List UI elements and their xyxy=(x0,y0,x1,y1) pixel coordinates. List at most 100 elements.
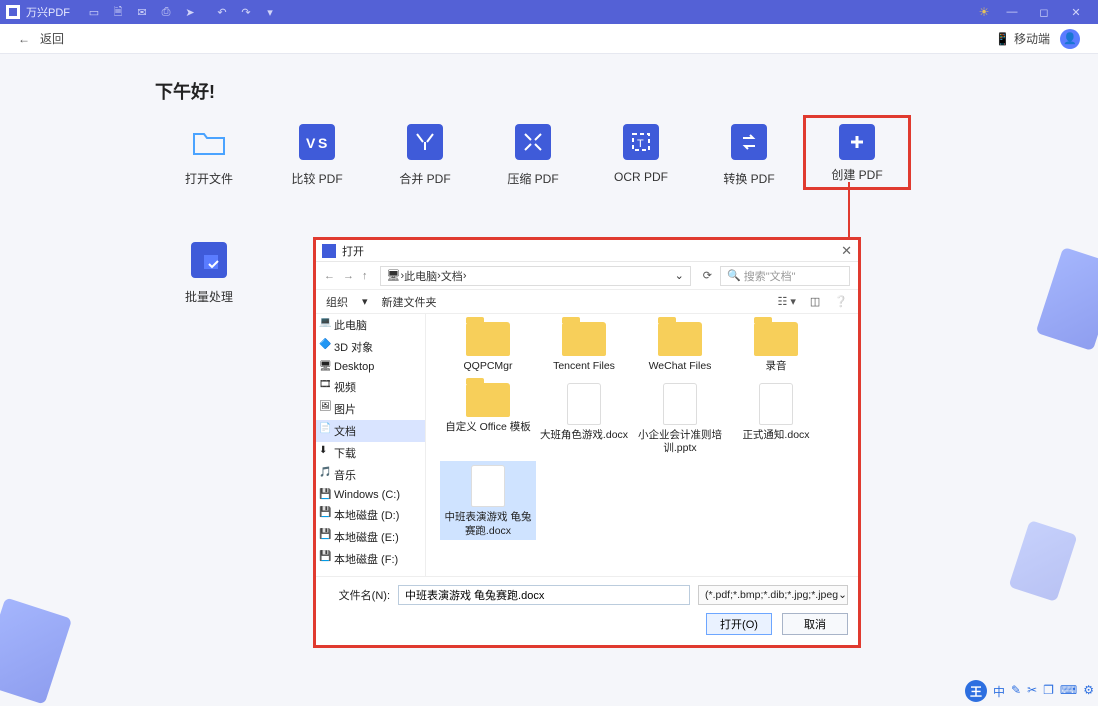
crumb-0[interactable]: 此电脑 xyxy=(404,268,437,284)
file-name: 中班表演游戏 龟兔赛跑.docx xyxy=(442,511,534,537)
tree-node[interactable]: 🎞视频 xyxy=(316,376,425,398)
nav-back-icon[interactable]: ← xyxy=(324,270,335,282)
more-icon[interactable]: ▾ xyxy=(260,2,280,22)
share-icon[interactable]: ➤ xyxy=(180,2,200,22)
tray-icon[interactable]: ⌨ xyxy=(1060,683,1077,700)
nav-up-icon[interactable]: ↑ xyxy=(362,270,368,282)
help-icon[interactable]: ❔ xyxy=(834,295,848,308)
tree-icon: 💾 xyxy=(319,551,331,562)
tree-node[interactable]: 🖼图片 xyxy=(316,398,425,420)
tray-icon[interactable]: 中 xyxy=(993,683,1005,700)
filter-caret-icon: ⌄ xyxy=(838,589,847,601)
newfolder-button[interactable]: 新建文件夹 xyxy=(382,294,437,310)
tray-icon[interactable]: ✎ xyxy=(1011,683,1021,700)
nav-forward-icon[interactable]: → xyxy=(343,270,354,282)
action-compress[interactable]: 压缩 PDF xyxy=(479,124,587,190)
folder-icon[interactable]: ▭ xyxy=(84,2,104,22)
merge-icon xyxy=(407,124,443,160)
view-mode-icon[interactable]: ☷ ▾ xyxy=(777,295,795,308)
avatar[interactable]: 👤 xyxy=(1060,29,1080,49)
refresh-icon[interactable]: ⟳ xyxy=(703,269,712,282)
greeting: 下午好! xyxy=(155,78,215,104)
mail-icon[interactable]: ✉ xyxy=(132,2,152,22)
mobile-label[interactable]: 移动端 xyxy=(1014,30,1050,47)
file-item[interactable]: QQPCMgr xyxy=(440,318,536,375)
tree-icon: 📄 xyxy=(319,423,331,434)
create-icon xyxy=(839,124,875,160)
redo-icon[interactable]: ↷ xyxy=(236,2,256,22)
crumb-1[interactable]: 文档 xyxy=(441,268,463,284)
dialog-search-input[interactable]: 🔍 搜索"文档" xyxy=(720,266,850,286)
file-item[interactable]: 正式通知.docx xyxy=(728,379,824,457)
file-item[interactable]: 中班表演游戏 龟兔赛跑.docx xyxy=(440,461,536,539)
action-compare[interactable]: VS比较 PDF xyxy=(263,124,371,190)
preview-pane-icon[interactable]: ◫ xyxy=(810,295,820,308)
tree-node[interactable]: 🔷3D 对象 xyxy=(316,336,425,358)
back-arrow-icon[interactable]: ← xyxy=(18,32,30,46)
tree-node[interactable]: 💾本地磁盘 (E:) xyxy=(316,526,425,548)
action-convert[interactable]: 转换 PDF xyxy=(695,124,803,190)
file-name: 小企业会计准则培训.pptx xyxy=(634,429,726,455)
breadcrumb[interactable]: 🖥 › 此电脑 › 文档 › ⌄ xyxy=(380,266,691,286)
file-open-dialog: 打开 ✕ ← → ↑ 🖥 › 此电脑 › 文档 › ⌄ ⟳ 🔍 搜索"文档" xyxy=(313,237,861,648)
tray-icon[interactable]: ✂ xyxy=(1027,683,1037,700)
save-icon[interactable]: 🗎 xyxy=(108,2,128,22)
minimize-button[interactable]: — xyxy=(998,2,1026,22)
ocr-icon: T xyxy=(623,124,659,160)
file-item[interactable]: WeChat Files xyxy=(632,318,728,375)
tray-icon[interactable]: ⚙ xyxy=(1083,683,1094,700)
action-open[interactable]: 打开文件 xyxy=(155,124,263,190)
action-create[interactable]: 创建 PDF xyxy=(803,115,911,190)
close-button[interactable]: ✕ xyxy=(1062,2,1090,22)
theme-icon[interactable]: ☀ xyxy=(974,2,994,22)
compare-icon: VS xyxy=(299,124,335,160)
tree-icon: 💻 xyxy=(319,317,331,328)
tree-icon: 🖼 xyxy=(319,401,332,412)
svg-text:T: T xyxy=(637,138,644,150)
action-batch[interactable]: 批量处理 xyxy=(155,242,263,305)
file-item[interactable]: Tencent Files xyxy=(536,318,632,375)
document-icon xyxy=(471,465,505,507)
mobile-icon[interactable]: 📱 xyxy=(995,32,1010,46)
open-icon xyxy=(191,124,227,160)
filename-input[interactable] xyxy=(398,585,690,605)
organize-button[interactable]: 组织 xyxy=(326,294,348,310)
input-method-tray: 王 中 ✎ ✂ ❐ ⌨ ⚙ xyxy=(965,680,1094,702)
action-merge[interactable]: 合并 PDF xyxy=(371,124,479,190)
undo-icon[interactable]: ↶ xyxy=(212,2,232,22)
tree-node[interactable]: 💾Windows (C:) xyxy=(316,486,425,504)
back-label[interactable]: 返回 xyxy=(40,30,64,47)
tree-node[interactable]: 💾本地磁盘 (F:) xyxy=(316,548,425,570)
file-item[interactable]: 小企业会计准则培训.pptx xyxy=(632,379,728,457)
file-item[interactable]: 大班角色游戏.docx xyxy=(536,379,632,457)
organize-caret-icon[interactable]: ▾ xyxy=(362,295,368,308)
ime-badge[interactable]: 王 xyxy=(965,680,987,702)
action-ocr[interactable]: TOCR PDF xyxy=(587,124,695,190)
tree-node[interactable]: 📄文档 xyxy=(316,420,425,442)
tree-icon: 💾 xyxy=(319,489,331,500)
action-label: 转换 PDF xyxy=(695,170,803,187)
cancel-button[interactable]: 取消 xyxy=(782,613,848,635)
open-button[interactable]: 打开(O) xyxy=(706,613,772,635)
crumb-dropdown-icon[interactable]: ⌄ xyxy=(675,269,684,282)
tree-node[interactable]: 💻此电脑 xyxy=(316,314,425,336)
tree-icon: ⬇ xyxy=(319,445,327,456)
folder-icon xyxy=(466,322,510,356)
file-name: Tencent Files xyxy=(538,360,630,373)
tree-node[interactable]: ⬇下载 xyxy=(316,442,425,464)
tree-node[interactable]: 🎵音乐 xyxy=(316,464,425,486)
file-item[interactable]: 录音 xyxy=(728,318,824,375)
filename-label: 文件名(N): xyxy=(326,587,390,603)
print-icon[interactable]: ⎙ xyxy=(156,2,176,22)
file-name: 自定义 Office 模板 xyxy=(442,421,534,434)
dialog-close-button[interactable]: ✕ xyxy=(841,243,852,259)
action-label: 合并 PDF xyxy=(371,170,479,187)
maximize-button[interactable]: ◻ xyxy=(1030,2,1058,22)
tray-icon[interactable]: ❐ xyxy=(1043,683,1054,700)
decoration xyxy=(0,597,72,704)
filetype-filter[interactable]: (*.pdf;*.bmp;*.dib;*.jpg;*.jpeg ⌄ xyxy=(698,585,848,605)
tree-node[interactable]: 💾本地磁盘 (D:) xyxy=(316,504,425,526)
tree-node[interactable]: 🖥Desktop xyxy=(316,358,425,376)
dialog-nav: ← → ↑ 🖥 › 此电脑 › 文档 › ⌄ ⟳ 🔍 搜索"文档" xyxy=(316,262,858,290)
file-item[interactable]: 自定义 Office 模板 xyxy=(440,379,536,457)
